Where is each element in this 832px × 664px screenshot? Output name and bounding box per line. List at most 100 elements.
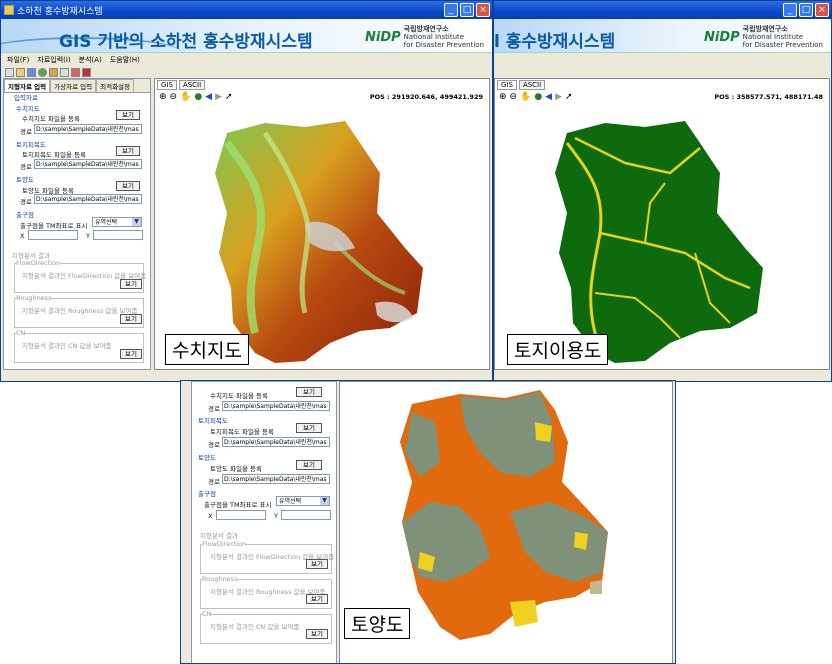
tab-gis-2[interactable]: GIS: [497, 80, 517, 90]
dem-view-button[interactable]: 보기: [116, 110, 140, 120]
window-title: 소하천 홍수방재시스템: [17, 6, 103, 17]
pointer-icon[interactable]: ➚: [225, 92, 233, 102]
maximize-button[interactable]: □: [460, 3, 474, 17]
menu-help[interactable]: 도움말(H): [110, 55, 140, 65]
main-window-landuse: _ □ × l 홍수방재시스템 NiDP 국립방재연구소 National Ins…: [493, 0, 832, 382]
watershed-select-2[interactable]: 유역선택 ▼: [276, 496, 330, 506]
landuse-path-field-2[interactable]: D:\sample\SampleData\내린천\mas: [222, 437, 330, 447]
toolbar: [1, 66, 492, 78]
landuse-path-field[interactable]: D:\sample\SampleData\내린천\mas: [34, 159, 142, 169]
exit-icon[interactable]: [82, 67, 91, 77]
tab-gis[interactable]: GIS: [157, 80, 177, 90]
maximize-button-2[interactable]: □: [799, 3, 813, 17]
landuse-watershed: [555, 121, 763, 363]
menu-analysis[interactable]: 분석(A): [79, 55, 102, 65]
soil-label-2: 토양도 파일을 등록: [210, 465, 262, 473]
dem-path-field-2[interactable]: D:\sample\SampleData\내린천\mas: [222, 401, 330, 411]
zoom-out-icon[interactable]: ⊖: [170, 92, 178, 102]
soil-path-label-2: 경로: [208, 478, 220, 486]
roughness-view-button[interactable]: 보기: [120, 314, 142, 324]
settings-icon[interactable]: [60, 67, 69, 77]
minimize-button[interactable]: _: [444, 3, 458, 17]
tab-virtual-input[interactable]: 가상자료 입력: [50, 79, 97, 92]
main-window-dem: 소하천 홍수방재시스템 _ □ × GIS 기반의 소하천 홍수방재시스템 Ni…: [0, 0, 493, 382]
caption-dem: 수치지도: [165, 334, 249, 365]
landuse-path-label-2: 경로: [208, 441, 220, 449]
forward-arrow-icon-2[interactable]: ▶: [555, 92, 562, 102]
full-extent-icon-2[interactable]: ●: [534, 92, 542, 102]
dem-view-button-2[interactable]: 보기: [296, 387, 322, 397]
globe-icon[interactable]: [38, 67, 47, 77]
back-arrow-icon[interactable]: ◀: [205, 92, 212, 102]
cn-view-button-2[interactable]: 보기: [306, 629, 328, 639]
landuse-view-button[interactable]: 보기: [116, 146, 140, 156]
x-coordinate-input[interactable]: [28, 230, 78, 240]
logo-mark: NiDP: [364, 29, 401, 45]
report-icon[interactable]: [71, 67, 80, 77]
tab-ascii-2[interactable]: ASCII: [518, 80, 546, 90]
dem-path-field[interactable]: D:\sample\SampleData\내린천\mas: [34, 124, 142, 134]
minimize-button-2[interactable]: _: [783, 3, 797, 17]
close-button-2[interactable]: ×: [815, 3, 829, 17]
map-view-dem[interactable]: GIS ASCII ⊕ ⊖ ✋ ● ◀ ▶ ➚ POS : 291920.646…: [154, 78, 490, 370]
tab-ascii[interactable]: ASCII: [178, 80, 206, 90]
zoom-in-icon[interactable]: ⊕: [159, 92, 167, 102]
dem-group-title: 수치지도: [16, 105, 40, 113]
back-arrow-icon-2[interactable]: ◀: [545, 92, 552, 102]
outlet-group-title: 출구점: [16, 211, 34, 219]
save-icon[interactable]: [27, 67, 36, 77]
soil-path-field-2[interactable]: D:\sample\SampleData\내린천\mas: [222, 474, 330, 484]
y-label: Y: [86, 232, 90, 240]
roughness-view-button-2[interactable]: 보기: [306, 594, 328, 604]
watershed-select[interactable]: 유역선택 ▼: [92, 217, 142, 227]
input-section-title: 입력자료: [14, 94, 38, 102]
landuse-view-button-2[interactable]: 보기: [296, 423, 322, 433]
main-window-soil: 수치지도 파일을 등록 보기 경로 D:\sample\SampleData\내…: [180, 380, 676, 664]
pos-readout: POS : 291920.646, 499421.929: [369, 93, 483, 101]
tab-terrain-input[interactable]: 지형자료 입력: [4, 79, 51, 92]
dem-map: [215, 121, 423, 363]
landuse-path-label: 경로: [20, 163, 32, 171]
zoom-in-icon-2[interactable]: ⊕: [499, 92, 507, 102]
pan-hand-icon[interactable]: ✋: [180, 92, 191, 102]
title-bar-2[interactable]: _ □ ×: [494, 1, 831, 19]
x-label-2: X: [208, 512, 213, 520]
chevron-down-icon-2[interactable]: ▼: [320, 497, 329, 505]
y-coordinate-input[interactable]: [93, 230, 143, 240]
cn-view-button[interactable]: 보기: [120, 349, 142, 359]
layer-icon[interactable]: [49, 67, 58, 77]
soil-yellow-patch-3: [510, 600, 538, 627]
x-coordinate-input-2[interactable]: [216, 510, 266, 520]
open-icon[interactable]: [16, 67, 25, 77]
menu-file[interactable]: 파일(F): [7, 55, 29, 65]
watershed-select-value-2: 유역선택: [279, 498, 302, 505]
flow-view-button-2[interactable]: 보기: [306, 559, 328, 569]
close-button[interactable]: ×: [476, 3, 490, 17]
watershed-select-value: 유역선택: [95, 219, 118, 226]
new-icon[interactable]: [5, 67, 14, 77]
map-view-soil[interactable]: 토양도: [339, 381, 673, 663]
forward-arrow-icon[interactable]: ▶: [215, 92, 222, 102]
banner-2: l 홍수방재시스템 NiDP 국립방재연구소 National Institute…: [494, 19, 831, 53]
logo-mark-2: NiDP: [703, 29, 740, 45]
menu-input[interactable]: 자료입력(I): [37, 55, 70, 65]
zoom-out-icon-2[interactable]: ⊖: [510, 92, 518, 102]
caption-soil: 토양도: [344, 608, 411, 639]
map-view-landuse[interactable]: GIS ASCII ⊕ ⊖ ✋ ● ◀ ▶ ➚ POS : 358577.571…: [494, 78, 830, 370]
pointer-icon-2[interactable]: ➚: [565, 92, 573, 102]
soil-view-button-2[interactable]: 보기: [296, 460, 322, 470]
title-bar[interactable]: 소하천 홍수방재시스템 _ □ ×: [1, 1, 492, 19]
chevron-down-icon[interactable]: ▼: [132, 218, 141, 226]
soil-path-field[interactable]: D:\sample\SampleData\내린천\mas: [34, 194, 142, 204]
logo-name-2: 국립방재연구소: [742, 25, 788, 33]
full-extent-icon[interactable]: ●: [194, 92, 202, 102]
left-panel: 지형자료 입력 가상자료 입력 최적화설정 입력자료 수치지도 수치지도 파일을…: [3, 78, 151, 370]
flow-view-button[interactable]: 보기: [120, 279, 142, 289]
pan-hand-icon-2[interactable]: ✋: [520, 92, 531, 102]
banner: GIS 기반의 소하천 홍수방재시스템 NiDP 국립방재연구소 National…: [1, 19, 492, 53]
tab-optimization[interactable]: 최적화설정: [96, 79, 135, 92]
y-coordinate-input-2[interactable]: [281, 510, 331, 520]
soil-view-button[interactable]: 보기: [116, 181, 140, 191]
analysis-title-2: 지형분석 결과: [200, 532, 238, 540]
logo-sub1: National Institute: [403, 33, 465, 41]
